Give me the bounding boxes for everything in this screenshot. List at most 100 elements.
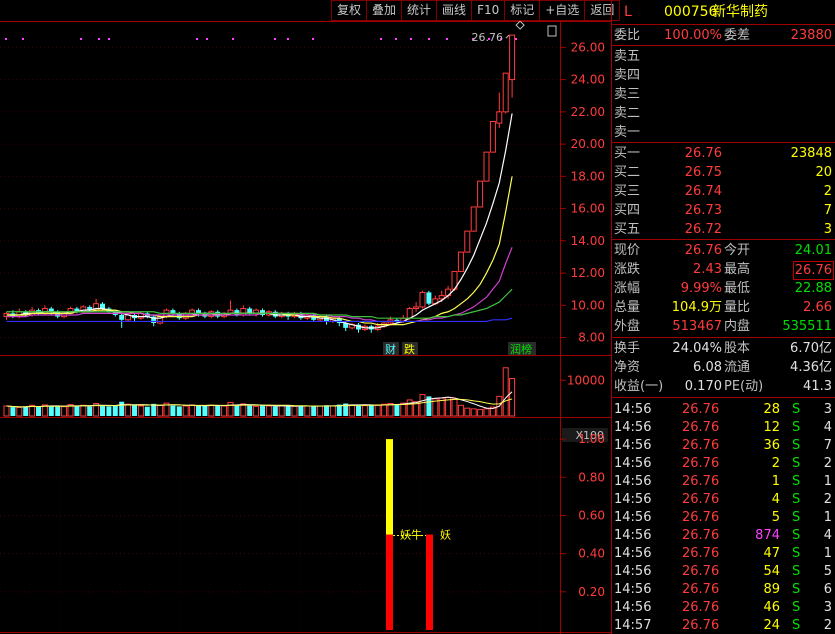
quote-label: 涨跌 [614,262,641,277]
price-tick-label: 16.00 [571,202,605,216]
tick-time: 14:56 [614,420,652,435]
quote-value: 26.76 [684,243,722,258]
marker-dot [108,38,110,40]
tick-time: 14:56 [614,402,652,417]
event-label: 财 [385,342,396,356]
buy-level-5[interactable]: 买五 26.72 3 [612,220,835,239]
volume-bar [349,404,356,417]
tick-time: 14:56 [614,438,652,453]
sell-level-2[interactable]: 卖二 [612,104,835,123]
sell-level-4[interactable]: 卖四 [612,66,835,85]
tick-side: S [792,528,801,543]
quote-value: 2.66 [803,300,832,315]
sell-label: 卖一 [614,125,641,140]
tick-price: 26.76 [682,582,720,597]
volume-bar [87,406,93,416]
tick-volume: 12 [763,420,780,435]
weibi-row: 委比 100.00% 委差 23880 [612,26,835,45]
tick-side: S [792,564,801,579]
tick-time: 14:56 [614,456,652,471]
buy-volume: 23848 [790,146,832,161]
tick-side: S [792,492,801,507]
fund-value: 4.36亿 [790,360,832,375]
candle-body [457,251,464,272]
stock-name: 新华制药 [712,4,768,20]
candle-body [502,72,509,113]
volume-bar [119,401,125,416]
sell-label: 卖二 [614,106,641,121]
buy-label: 买一 [614,146,641,161]
volume-bar [176,406,182,416]
add-watchlist-button[interactable]: +自选 [540,0,586,21]
volume-bar [196,405,201,416]
volume-bar [361,405,368,417]
buy-volume: 3 [823,222,832,237]
marker-dot [274,38,276,40]
tick-side: S [792,546,801,561]
volume-bar [419,394,426,417]
weibi-value: 100.00% [664,28,722,43]
volume-bar [132,405,137,416]
price-tick-label: 18.00 [571,169,605,183]
sell-level-5[interactable]: 卖五 [612,47,835,66]
volume-bar [234,405,240,416]
volume-bar [240,403,247,417]
buy-label: 买二 [614,165,641,180]
indicator-red-bar [426,534,433,630]
candle-body [464,230,471,253]
quote-label: 外盘 [614,319,641,334]
buy-level-1[interactable]: 买一 26.76 23848 [612,144,835,163]
overlay-button[interactable]: 叠加 [367,0,403,21]
fund-label: PE(动) [724,379,764,394]
tick-row: 14:56 26.76 47 S 1 [612,544,835,563]
indicator-yellow-bar [386,439,393,535]
tick-volume: 89 [763,582,780,597]
statistics-button[interactable]: 统计 [402,0,438,21]
tick-time: 14:56 [614,474,652,489]
tick-volume: 874 [755,528,780,543]
volume-bar [112,406,118,416]
buy-level-2[interactable]: 买二 26.75 20 [612,163,835,182]
quote-row-2: 涨幅 9.99% 最低 22.88 [612,279,835,298]
indicator-tick-label: 0.40 [578,547,605,561]
draw-line-button[interactable]: 画线 [437,0,473,21]
market-flag: L [624,4,632,20]
tick-price: 26.76 [682,420,720,435]
mark-button[interactable]: 标记 [505,0,541,21]
weicha-label: 委差 [724,28,751,43]
quote-label: 总量 [614,300,641,315]
quote-value: 22.88 [794,281,832,296]
tick-row: 14:56 26.76 54 S 5 [612,562,835,581]
volume-bar [74,405,80,416]
restore-rights-button[interactable]: 复权 [331,0,368,21]
volume-bar [48,406,54,416]
quote-panel: L 000756 新华制药 委比 100.00% 委差 23880 卖五 卖四 卖三 卖二 卖一 买一 2… [611,0,835,634]
volume-bar [368,405,374,416]
stock-code: 000756 [664,4,718,20]
marker-dot [515,38,517,40]
quote-label: 今开 [724,243,751,258]
f10-button[interactable]: F10 [472,0,506,21]
fund-value: 6.70亿 [790,341,832,356]
tick-side: S [792,474,801,489]
tick-side: S [792,456,801,471]
marker-dot [446,38,448,40]
indicator-tick-label: 0.20 [578,585,605,599]
tick-count: 7 [823,438,832,453]
tick-side: S [792,582,801,597]
sell-level-1[interactable]: 卖一 [612,123,835,142]
volume-bar [23,406,29,416]
divider [612,142,835,143]
buy-level-4[interactable]: 买四 26.73 7 [612,201,835,220]
quote-row-3: 总量 104.9万 量比 2.66 [612,298,835,317]
candle-body [176,313,182,319]
quote-row-1: 涨跌 2.43 最高 26.76 [612,260,835,280]
tick-count: 1 [823,474,832,489]
kline-chart[interactable]: 26.00 24.00 22.00 20.00 18.00 16.00 14.00 12.00… [0,0,611,634]
tick-row: 14:56 26.76 36 S 7 [612,436,835,455]
tick-price: 26.76 [682,564,720,579]
sell-level-3[interactable]: 卖三 [612,85,835,104]
volume-bar [291,405,298,417]
buy-level-3[interactable]: 买三 26.74 2 [612,182,835,201]
candle-body [477,180,484,208]
